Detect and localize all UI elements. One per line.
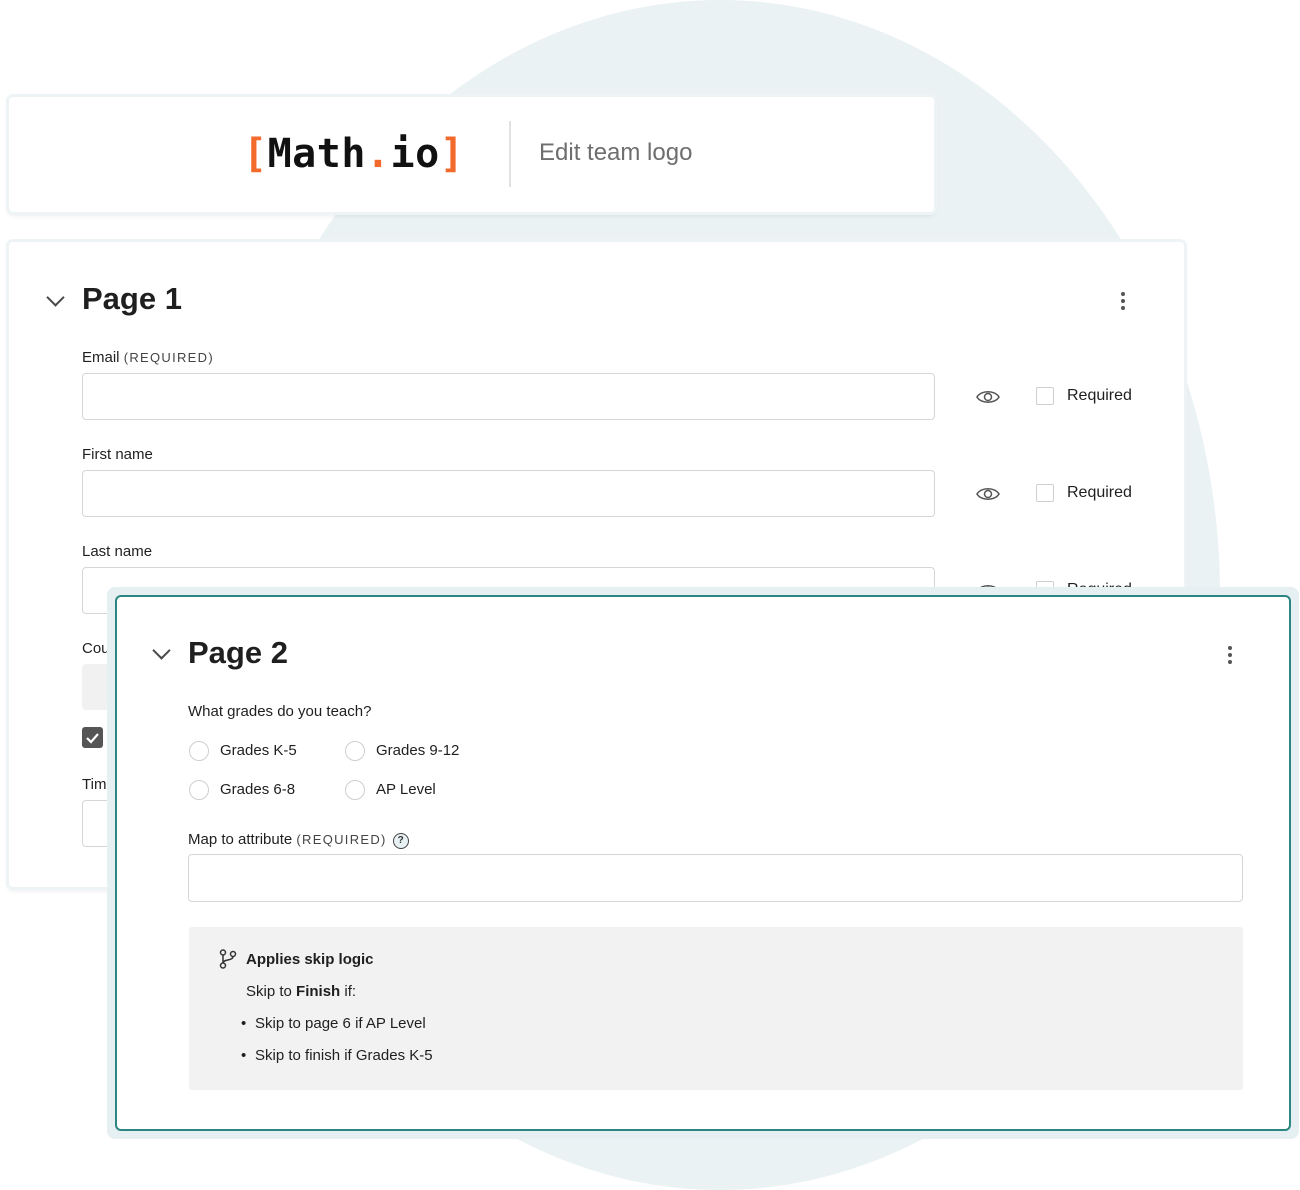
email-field[interactable] [82,373,935,420]
country-label: Cou [82,640,110,657]
radio-label: Grades K-5 [220,742,297,759]
checked-checkbox[interactable] [82,727,103,748]
radio-ap-level[interactable] [345,780,365,800]
map-attribute-field[interactable] [188,854,1243,902]
radio-grades-9-12[interactable] [345,741,365,761]
first-name-label: First name [82,446,153,463]
first-name-field[interactable] [82,470,935,517]
skip-logic-panel: Applies skip logic Skip to Finish if: Sk… [189,927,1243,1090]
first-name-required-label: Required [1067,484,1132,501]
page-2-card: Page 2 What grades do you teach? Grades … [115,595,1291,1131]
help-icon[interactable]: ? [392,833,409,849]
skip-rule: Skip to finish if Grades K-5 [241,1047,433,1064]
branch-icon [219,949,237,969]
visibility-eye-icon[interactable] [976,485,1000,503]
last-name-label: Last name [82,543,153,560]
logo-divider [509,121,511,187]
page-2-title: Page 2 [188,635,288,670]
first-name-required-checkbox[interactable] [1036,484,1054,502]
email-required-label: Required [1067,387,1132,404]
team-logo: [Math.io] [243,131,465,177]
radio-grades-6-8[interactable] [189,780,209,800]
page-1-menu-icon[interactable] [1121,292,1125,313]
radio-label: Grades 9-12 [376,742,460,759]
collapse-chevron-icon[interactable] [46,288,65,307]
radio-label: Grades 6-8 [220,781,296,798]
team-logo-card: [Math.io] Edit team logo [9,97,934,212]
collapse-chevron-icon[interactable] [152,641,171,660]
email-required-checkbox[interactable] [1036,387,1054,405]
grades-question: What grades do you teach? [188,703,372,720]
checkmark-icon [86,733,99,744]
skip-rule: Skip to page 6 if AP Level [241,1015,426,1032]
skip-logic-title: Applies skip logic [246,951,374,968]
edit-team-logo-link[interactable]: Edit team logo [539,139,692,167]
skip-logic-intro: Skip to Finish if: [246,983,357,1000]
email-label: Email (REQUIRED) [82,349,214,366]
map-attribute-label: Map to attribute (REQUIRED)? [188,831,409,849]
page-2-menu-icon[interactable] [1228,646,1232,667]
visibility-eye-icon[interactable] [976,388,1000,406]
radio-grades-k5[interactable] [189,741,209,761]
page-1-title: Page 1 [82,281,182,316]
radio-label: AP Level [376,781,436,798]
